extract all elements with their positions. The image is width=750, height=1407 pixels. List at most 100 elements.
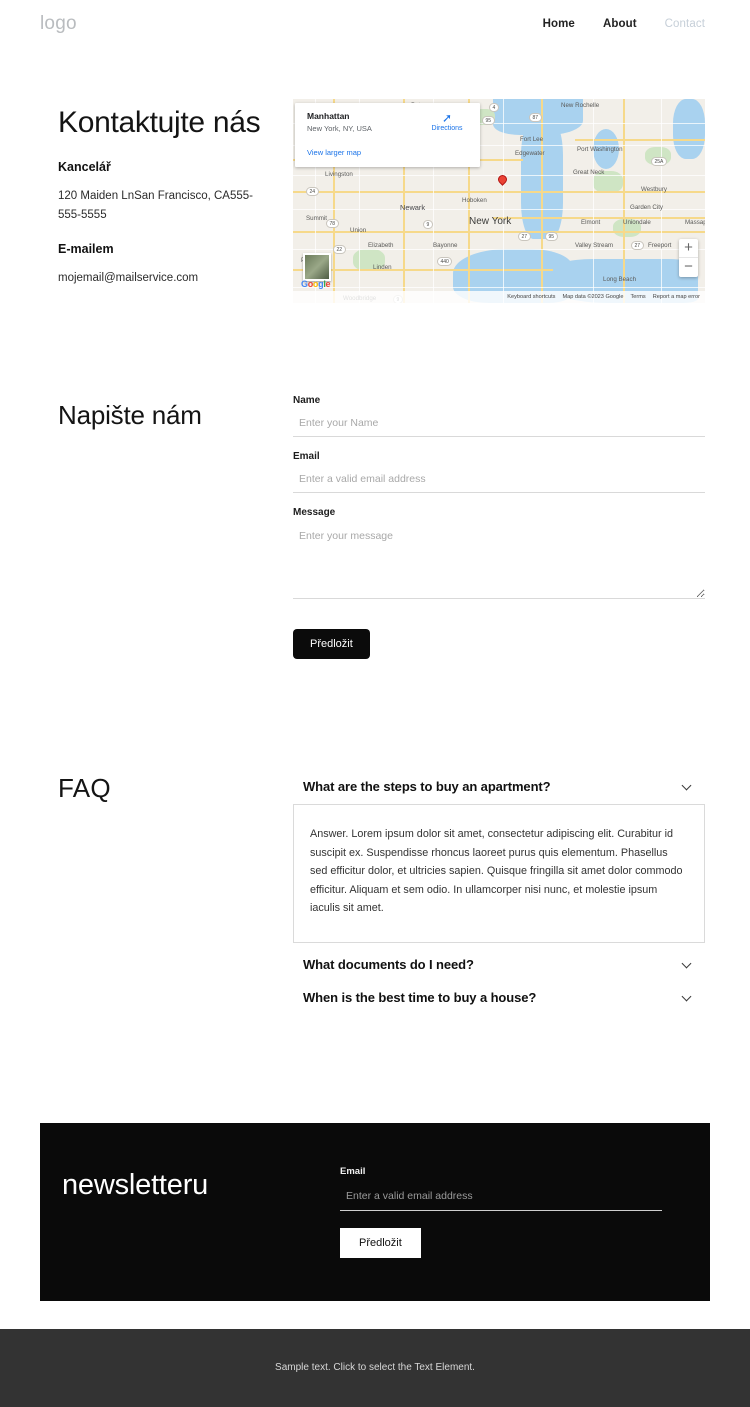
report-map-error-link[interactable]: Report a map error [653, 294, 700, 300]
newsletter-heading: Odebírat našeho newsletteru [62, 1166, 275, 1202]
contact-form: Name Email Message Předložit [293, 395, 705, 659]
field-name: Name [293, 395, 705, 437]
map-route-shield: 27 [631, 241, 644, 250]
chevron-down-icon[interactable] [682, 992, 693, 1003]
street-view-thumbnail[interactable] [303, 253, 331, 281]
map-route-shield: 440 [437, 257, 453, 266]
field-email: Email [293, 451, 705, 493]
map-place-label: Freeport [648, 242, 672, 249]
footer-sample-text[interactable]: Sample text. Click to select the Text El… [275, 1362, 475, 1373]
contact-email: mojemail@mailservice.com [58, 272, 199, 285]
view-larger-map-link[interactable]: View larger map [307, 148, 361, 157]
map-attribution-bar: Keyboard shortcuts Map data ©2023 Google… [293, 291, 705, 303]
map-shape [575, 139, 705, 141]
map-place-label: Great Neck [573, 169, 605, 176]
map-route-shield: 9 [423, 220, 433, 229]
map-place-label: Linden [373, 264, 392, 271]
site-footer: Sample text. Click to select the Text El… [0, 1328, 750, 1407]
map-zoom-controls[interactable]: + − [679, 239, 698, 277]
map-shape [293, 287, 705, 288]
field-message: Message [293, 507, 705, 599]
message-label: Message [293, 507, 336, 518]
map-shape [673, 99, 705, 159]
newsletter-form: Email Předložit [340, 1166, 662, 1258]
google-map[interactable]: PatersonNew RochelleBloomfieldLivingston… [293, 99, 705, 303]
faq-heading: FAQ [58, 773, 111, 803]
map-route-shield: 24 [306, 187, 319, 196]
map-route-shield: 95 [482, 116, 495, 125]
site-logo[interactable]: logo [40, 13, 77, 35]
map-place-label: Long Beach [603, 276, 637, 283]
office-address: 120 Maiden LnSan Francisco, CA555-555-55… [58, 190, 253, 221]
contact-section: Kontaktujte nás Kancelář 120 Maiden LnSa… [0, 47, 750, 303]
google-logo: Google [301, 279, 331, 289]
faq-question-3-text: When is the best time to buy a house? [303, 989, 537, 1005]
directions-button[interactable]: ➚ Directions [424, 111, 470, 133]
name-label: Name [293, 395, 321, 406]
site-header: logo Home About Contact [0, 0, 750, 47]
map-shape [593, 99, 594, 303]
zoom-out-button[interactable]: − [679, 258, 698, 277]
map-place-label: Bayonne [433, 242, 458, 249]
email-input[interactable] [293, 471, 705, 493]
office-label: Kancelář [58, 160, 111, 175]
contact-heading: Kontaktujte nás [58, 106, 261, 139]
map-place-label: Massapequa [685, 219, 705, 226]
map-place-label: Port Washington [577, 146, 623, 153]
map-place-label: New Rochelle [561, 102, 600, 109]
name-input[interactable] [293, 415, 705, 437]
newsletter-email-label: Email [340, 1165, 366, 1177]
map-route-shield: 22 [333, 245, 346, 254]
map-route-shield: 87 [529, 113, 542, 122]
map-place-label: Union [350, 227, 367, 234]
map-place-label: New York [469, 216, 512, 227]
faq-answer-1: Answer. Lorem ipsum dolor sit amet, cons… [293, 804, 705, 943]
map-place-label: Hoboken [462, 197, 487, 204]
chevron-down-icon[interactable] [682, 959, 693, 970]
map-place-label: Uniondale [623, 219, 651, 226]
faq-question-3[interactable]: When is the best time to buy a house? [293, 982, 705, 1015]
zoom-in-button[interactable]: + [679, 239, 698, 258]
map-place-label: Newark [400, 203, 426, 212]
map-shape [541, 99, 543, 303]
nav-link-home[interactable]: Home [543, 18, 575, 30]
map-place-label: Garden City [630, 204, 664, 211]
map-shape [293, 249, 705, 250]
nav-link-about[interactable]: About [603, 18, 637, 30]
contact-submit-button[interactable]: Předložit [293, 629, 370, 659]
newsletter-section: Odebírat našeho newsletteru Email Předlo… [40, 1122, 710, 1301]
map-route-shield: 95 [545, 232, 558, 241]
chevron-down-icon[interactable] [682, 781, 693, 792]
directions-label: Directions [431, 125, 463, 132]
faq-question-2[interactable]: What documents do I need? [293, 949, 705, 982]
newsletter-submit-button[interactable]: Předložit [340, 1227, 421, 1258]
terms-link[interactable]: Terms [631, 294, 646, 300]
faq-accordion: What are the steps to buy an apartment? … [293, 771, 705, 1015]
faq-question-1[interactable]: What are the steps to buy an apartment? [293, 771, 705, 804]
keyboard-shortcuts-link[interactable]: Keyboard shortcuts [507, 294, 555, 300]
map-place-label: Westbury [641, 186, 668, 193]
map-info-card: Manhattan New York, NY, USA View larger … [295, 103, 480, 167]
main-navigation: Home About Contact [543, 18, 705, 30]
map-shape [623, 99, 626, 303]
contact-info: Kontaktujte nás Kancelář 120 Maiden LnSa… [58, 99, 283, 288]
map-route-shield: 25A [651, 157, 667, 166]
nav-link-contact[interactable]: Contact [665, 18, 705, 30]
map-place-label: Livingston [325, 171, 353, 178]
newsletter-email-input[interactable] [340, 1187, 662, 1211]
map-route-shield: 78 [326, 219, 339, 228]
map-place-label: Summit [306, 215, 327, 222]
directions-icon: ➚ [441, 111, 453, 125]
write-us-section: Napište nám Name Email Message Předložit [0, 303, 750, 659]
write-us-heading: Napište nám [58, 400, 202, 430]
message-textarea[interactable] [293, 527, 705, 599]
faq-question-1-text: What are the steps to buy an apartment? [303, 779, 551, 794]
map-shape [661, 99, 662, 303]
map-place-label: Elizabeth [368, 242, 394, 249]
map-route-shield: 27 [518, 232, 531, 241]
map-place-label: Edgewater [515, 150, 545, 157]
email-label: Email [293, 451, 320, 462]
map-route-shield: 4 [489, 103, 499, 112]
map-place-label: Fort Lee [520, 136, 544, 143]
newsletter-heading-wrap: Odebírat našeho newsletteru [62, 1166, 327, 1258]
